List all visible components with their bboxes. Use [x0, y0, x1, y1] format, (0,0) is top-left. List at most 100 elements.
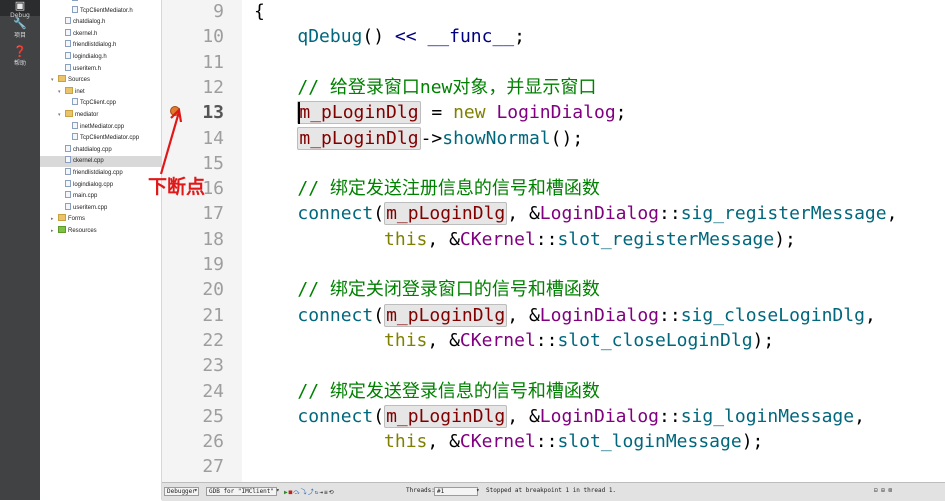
- tree-item[interactable]: chatdialog.cpp: [40, 144, 161, 156]
- tree-item[interactable]: ckernel.h: [40, 28, 161, 40]
- tree-item[interactable]: TcpClientMediator.cpp: [40, 133, 161, 144]
- tree-item-label: useritem.cpp: [73, 204, 108, 211]
- code-line[interactable]: connect(m_pLoginDlg, &LoginDialog::sig_r…: [254, 201, 897, 226]
- code-line[interactable]: this, &CKernel::slot_registerMessage);: [254, 227, 796, 252]
- code-line[interactable]: m_pLoginDlg ->showNormal();: [254, 126, 583, 151]
- file-icon: [65, 63, 71, 71]
- tree-item-label: Sources: [68, 77, 91, 84]
- folder-icon: [58, 214, 66, 222]
- line-number: 20: [202, 279, 224, 301]
- line-number: 24: [202, 380, 224, 402]
- code-line[interactable]: // 绑定发送登录信息的信号和槽函数: [254, 379, 600, 404]
- expand-arrow-icon[interactable]: ▾: [51, 75, 58, 86]
- instruction-mode-icon[interactable]: ≡: [324, 489, 328, 496]
- tree-item[interactable]: friendlistdialog.h: [40, 40, 161, 51]
- run-to-line-icon[interactable]: ⇥: [319, 489, 323, 496]
- tree-item[interactable]: useritem.h: [40, 63, 161, 75]
- file-icon: [65, 156, 71, 164]
- tree-item[interactable]: TcpClient.cpp: [40, 98, 161, 109]
- wrench-icon: 🔧: [13, 17, 27, 30]
- code-line[interactable]: this, &CKernel::slot_loginMessage);: [254, 429, 763, 454]
- expand-arrow-icon[interactable]: ▾: [58, 110, 65, 121]
- expand-arrow-icon[interactable]: ▾: [58, 87, 65, 98]
- restart-icon[interactable]: ↻: [315, 489, 319, 496]
- gdb-combo-arrow-icon[interactable]: ▾: [276, 487, 280, 494]
- continue-icon[interactable]: ▶: [284, 489, 288, 496]
- tree-item-label: ckernel.h: [73, 30, 98, 37]
- step-over-icon[interactable]: ⤼: [293, 489, 299, 497]
- tree-item[interactable]: main.cpp: [40, 191, 161, 202]
- step-out-icon[interactable]: ⤴: [308, 487, 314, 496]
- code-line[interactable]: {: [254, 0, 265, 24]
- tree-item[interactable]: TcpClientMediator.h: [40, 5, 161, 17]
- thread-combo[interactable]: #1: [434, 487, 478, 496]
- tree-item[interactable]: inetMediator.cpp: [40, 121, 161, 133]
- collapse-arrow-icon[interactable]: ▸: [51, 226, 58, 237]
- threads-label: Threads:: [406, 487, 435, 494]
- code-line[interactable]: this, &CKernel::slot_closeLoginDlg);: [254, 328, 774, 353]
- line-number: 18: [202, 228, 224, 250]
- tree-item[interactable]: chatdialog.h: [40, 17, 161, 28]
- tree-item[interactable]: inetMediator.h: [40, 0, 161, 5]
- file-icon: [65, 144, 71, 152]
- tree-item[interactable]: ▸ Resources: [40, 226, 161, 237]
- line-number: 22: [202, 329, 224, 351]
- tree-item-label: chatdialog.h: [73, 19, 106, 26]
- code-line[interactable]: m_pLoginDlg = new LoginDialog;: [254, 100, 627, 125]
- debugger-combo-arrow-icon[interactable]: ▾: [194, 487, 198, 494]
- tree-item-label: inet: [75, 88, 85, 95]
- line-number: 25: [202, 405, 224, 427]
- line-number: 12: [202, 76, 224, 98]
- tree-item[interactable]: ckernel.cpp: [40, 156, 161, 168]
- file-icon: [72, 5, 78, 13]
- tree-item[interactable]: ▾ Sources: [40, 75, 161, 86]
- stop-icon[interactable]: ■: [289, 489, 293, 496]
- tree-item[interactable]: useritem.cpp: [40, 202, 161, 214]
- file-icon: [72, 121, 78, 129]
- line-number-gutter[interactable]: 9 10 11 12 13 14 15 16 17 18 19 20 21 22 23 24 25 26 27: [162, 0, 242, 482]
- code-line[interactable]: // 给登录窗口new对象，并显示窗口: [254, 75, 596, 100]
- mode-sidebar: ▣ Debug 🔧 项目 ❓ 帮助: [0, 0, 40, 500]
- code-editor[interactable]: 9 10 11 12 13 14 15 16 17 18 19 20 21 22 23 24 25 26 27 { …: [162, 0, 945, 482]
- tree-item[interactable]: friendlistdialog.cpp: [40, 168, 161, 179]
- tree-item-label: inetMediator.h: [80, 0, 118, 2]
- mode-debug-button[interactable]: ▣ Debug: [0, 0, 40, 19]
- gdb-engine-combo[interactable]: GDB for "IMClient": [206, 487, 278, 496]
- line-number: 21: [202, 304, 224, 326]
- debug-controls: ▶■⤼⤵⤴↻⇥≡⟲: [284, 487, 335, 497]
- debugger-toolbar: Debugger ▾ GDB for "IMClient" ▾ ▶■⤼⤵⤴↻⇥≡…: [162, 482, 945, 501]
- tree-item-label: friendlistdialog.h: [73, 42, 117, 49]
- line-number: 19: [202, 254, 224, 275]
- folder-icon: [65, 86, 73, 94]
- file-icon: [65, 191, 71, 199]
- line-number: 27: [202, 456, 224, 478]
- step-into-icon[interactable]: ⤵: [301, 487, 307, 496]
- tree-item-label: TcpClientMediator.h: [80, 7, 133, 14]
- code-line[interactable]: // 绑定关闭登录窗口的信号和槽函数: [254, 277, 600, 302]
- code-line[interactable]: connect(m_pLoginDlg, &LoginDialog::sig_c…: [254, 303, 876, 328]
- file-icon: [65, 179, 71, 187]
- tree-item-label: Forms: [68, 216, 85, 223]
- file-icon: [65, 40, 71, 48]
- tree-item[interactable]: ▾ mediator: [40, 110, 161, 121]
- line-number: 17: [202, 203, 224, 225]
- annotation-arrow-icon: [159, 107, 183, 175]
- mode-help-button[interactable]: ❓ 帮助: [0, 45, 40, 68]
- tree-item[interactable]: logindialog.h: [40, 52, 161, 63]
- help-icon: ❓: [13, 45, 27, 58]
- code-line[interactable]: // 绑定发送注册信息的信号和槽函数: [254, 176, 600, 201]
- collapse-arrow-icon[interactable]: ▸: [51, 214, 58, 225]
- code-line[interactable]: connect(m_pLoginDlg, &LoginDialog::sig_l…: [254, 404, 865, 429]
- mode-projects-button[interactable]: 🔧 项目: [0, 17, 40, 40]
- line-number: 11: [202, 51, 224, 73]
- tree-item[interactable]: logindialog.cpp: [40, 179, 161, 191]
- tree-item[interactable]: ▾ inet: [40, 86, 161, 98]
- reverse-icon[interactable]: ⟲: [329, 489, 334, 496]
- tree-item-label: ckernel.cpp: [73, 158, 104, 165]
- tree-item-label: TcpClientMediator.cpp: [80, 135, 140, 142]
- text-cursor: [298, 102, 300, 124]
- toolbar-extra-icons[interactable]: ⊟ ⊞ ⊠: [874, 487, 892, 494]
- tree-item[interactable]: ▸ Forms: [40, 214, 161, 225]
- thread-combo-arrow-icon[interactable]: ▾: [476, 487, 480, 494]
- code-line[interactable]: qDebug() << __func__;: [254, 24, 525, 49]
